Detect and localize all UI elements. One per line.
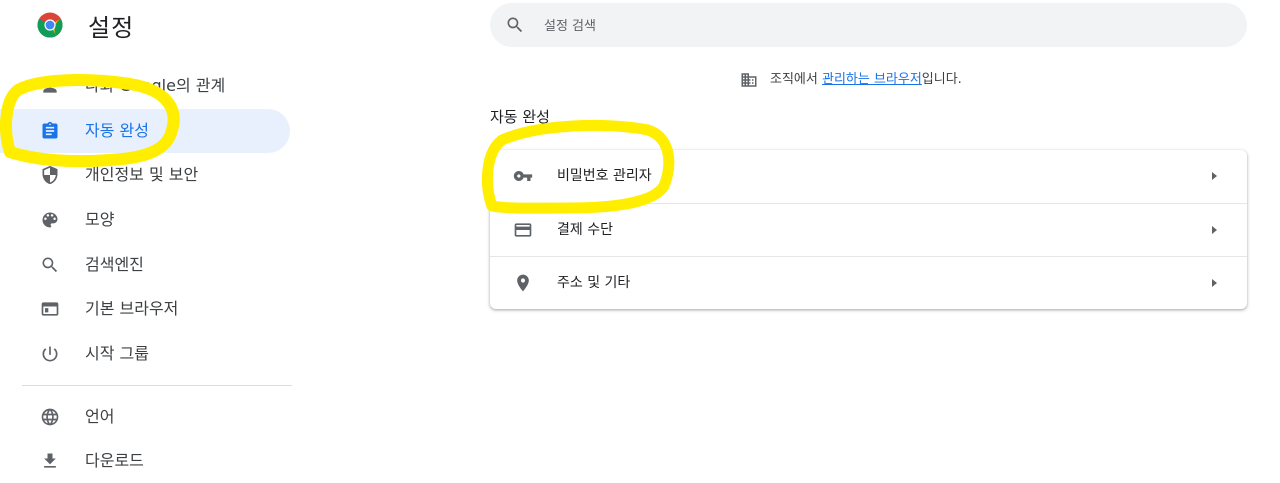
credit-card-icon — [514, 223, 532, 237]
row-password-manager[interactable]: 비밀번호 관리자 — [490, 150, 1247, 203]
search-icon — [507, 17, 523, 33]
managed-prefix: 조직에서 — [770, 72, 822, 87]
browser-window-icon — [41, 302, 59, 316]
sidebar: 나와 Google의 관계 자동 완성 개인정보 및 보안 모양 검색엔진 기본… — [0, 64, 300, 470]
palette-icon — [42, 212, 58, 228]
sidebar-item-autofill[interactable]: 자동 완성 — [0, 109, 290, 153]
search-input[interactable] — [542, 3, 1226, 49]
building-icon — [741, 73, 757, 87]
arrow-right-icon — [1212, 279, 1217, 287]
sidebar-divider — [22, 385, 292, 386]
row-label: 비밀번호 관리자 — [557, 168, 652, 184]
person-icon — [43, 79, 57, 93]
sidebar-item-search-engine[interactable]: 검색엔진 — [0, 243, 290, 287]
search-icon — [42, 257, 58, 273]
assignment-icon — [42, 121, 58, 139]
page-title: 설정 — [88, 14, 135, 42]
row-label: 결제 수단 — [557, 222, 613, 238]
download-icon — [44, 453, 56, 468]
autofill-card: 비밀번호 관리자 결제 수단 주소 및 기타 — [490, 150, 1247, 309]
globe-icon — [41, 408, 59, 426]
sidebar-item-appearance[interactable]: 모양 — [0, 198, 290, 242]
sidebar-item-label: 기본 브라우저 — [85, 299, 179, 318]
sidebar-item-label: 자동 완성 — [85, 121, 149, 140]
sidebar-item-on-startup[interactable]: 시작 그룹 — [0, 332, 290, 376]
shield-icon — [42, 165, 58, 185]
section-title: 자동 완성 — [490, 108, 550, 126]
sidebar-item-label: 검색엔진 — [85, 255, 144, 274]
settings-search-bar[interactable] — [490, 3, 1247, 49]
managed-suffix: 입니다. — [921, 72, 962, 87]
sidebar-item-label: 개인정보 및 보안 — [85, 165, 199, 184]
sidebar-item-you-and-google[interactable]: 나와 Google의 관계 — [0, 64, 290, 108]
arrow-right-icon — [1212, 172, 1217, 180]
sidebar-item-label: 언어 — [85, 407, 115, 426]
row-payment-methods[interactable]: 결제 수단 — [490, 203, 1247, 257]
sidebar-item-languages[interactable]: 언어 — [0, 395, 290, 439]
sidebar-item-label: 모양 — [85, 210, 115, 229]
sidebar-item-downloads[interactable]: 다운로드 — [0, 439, 290, 483]
location-pin-icon — [517, 274, 529, 292]
sidebar-item-default-browser[interactable]: 기본 브라우저 — [0, 287, 290, 331]
key-icon — [513, 171, 533, 181]
arrow-right-icon — [1212, 226, 1217, 234]
sidebar-item-label: 시작 그룹 — [85, 344, 149, 363]
row-label: 주소 및 기타 — [557, 275, 631, 291]
row-addresses[interactable]: 주소 및 기타 — [490, 256, 1247, 310]
power-icon — [42, 346, 58, 362]
sidebar-item-label: 다운로드 — [85, 451, 144, 470]
sidebar-item-label: 나와 Google의 관계 — [85, 76, 226, 95]
chrome-logo-icon — [37, 12, 63, 38]
managed-browser-link[interactable]: 관리하는 브라우저 — [822, 72, 922, 87]
sidebar-item-privacy-security[interactable]: 개인정보 및 보안 — [0, 153, 290, 197]
